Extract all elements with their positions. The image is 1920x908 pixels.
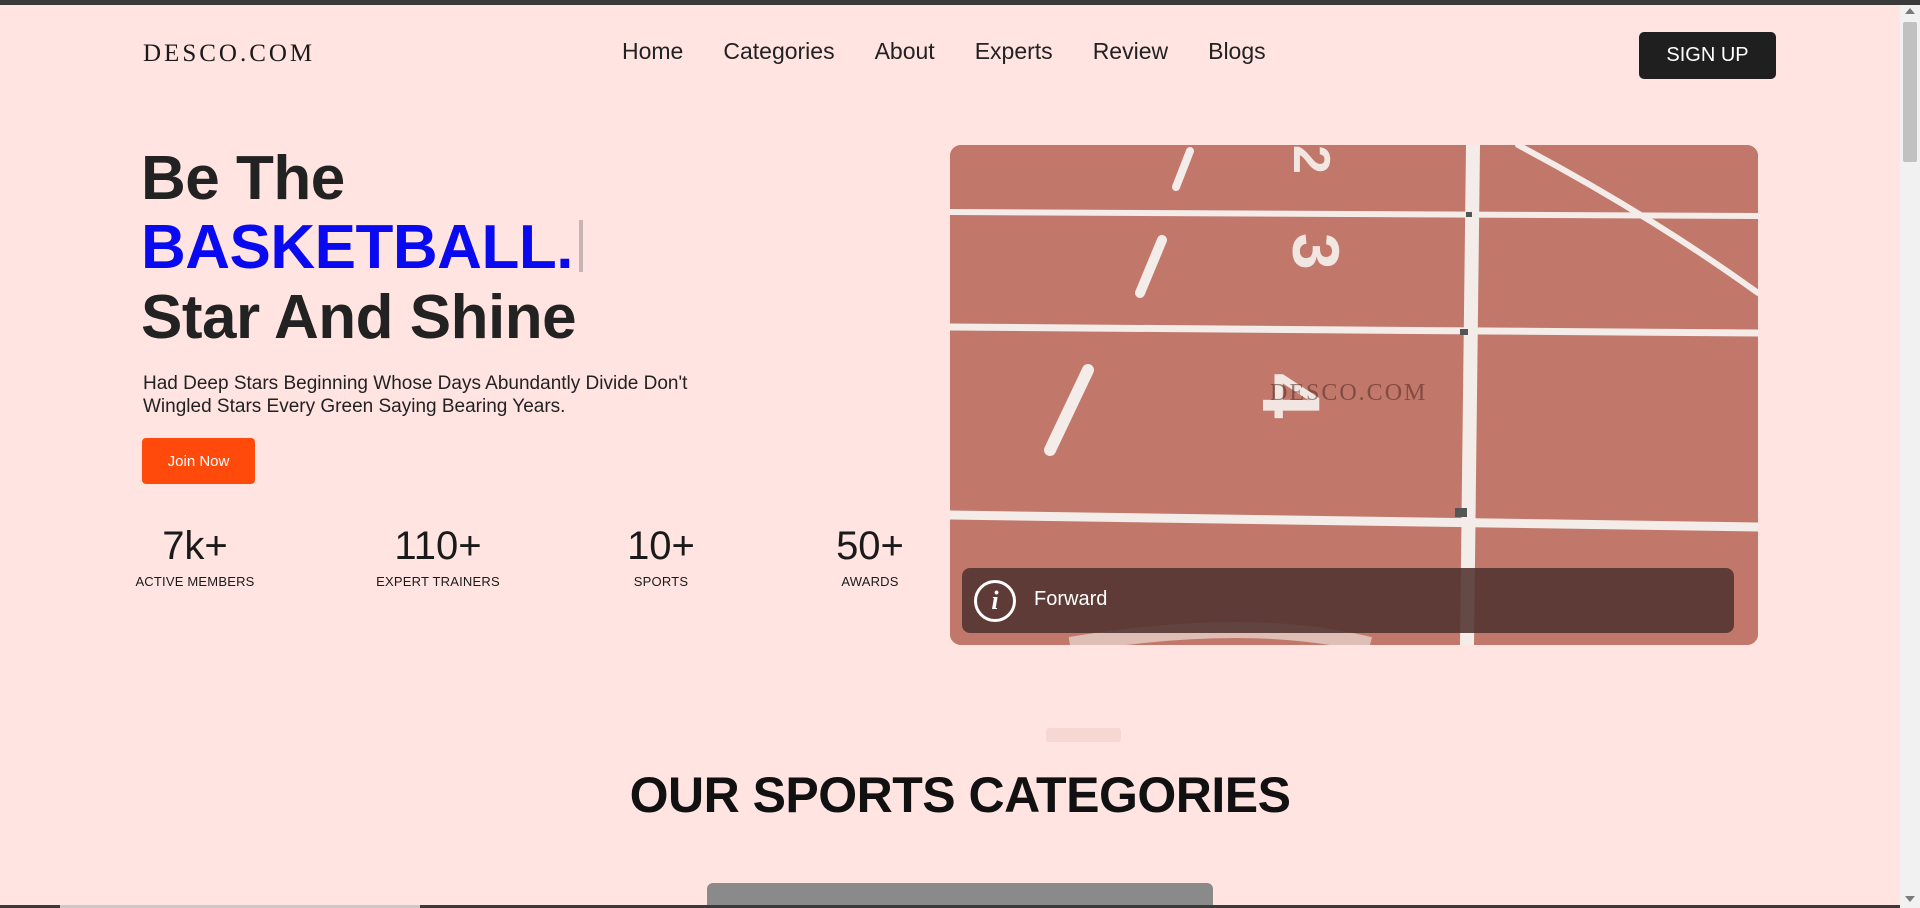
nav-home[interactable]: Home [622, 38, 683, 65]
main-nav: Home Categories About Experts Review Blo… [622, 38, 1266, 65]
stat-awards: 50+ AWARDS [770, 524, 970, 589]
hero-image-slide: 2 3 4 DESCO.COM i Forward [950, 145, 1758, 645]
stat-value: 10+ [627, 524, 695, 568]
nav-blogs[interactable]: Blogs [1208, 38, 1266, 65]
stat-label: SPORTS [633, 574, 689, 589]
browser-top-strip [0, 0, 1920, 5]
stat-value: 7k+ [162, 524, 228, 568]
scroll-down-arrow-icon[interactable] [1905, 896, 1915, 902]
stat-value: 110+ [394, 524, 482, 568]
stat-expert-trainers: 110+ EXPERT TRAINERS [338, 524, 538, 589]
nav-about[interactable]: About [875, 38, 935, 65]
stat-label: AWARDS [841, 574, 899, 589]
typing-caret [578, 220, 583, 272]
signup-button[interactable]: SIGN UP [1639, 32, 1776, 79]
lane-number-2: 2 [1282, 145, 1340, 174]
hero-heading-line-3: Star And Shine [141, 283, 577, 352]
stat-label: EXPERT TRAINERS [376, 574, 500, 589]
stat-value: 50+ [836, 524, 904, 568]
page-scrollbar[interactable] [1900, 5, 1920, 908]
nav-experts[interactable]: Experts [975, 38, 1053, 65]
join-now-button[interactable]: Join Now [142, 438, 255, 484]
hero-typed-word: BASKETBALL. [141, 213, 573, 282]
stat-label: ACTIVE MEMBERS [135, 574, 255, 589]
image-caption-bar: i Forward [962, 568, 1734, 633]
hero-heading-line-1: Be The [141, 144, 345, 213]
nav-review[interactable]: Review [1093, 38, 1168, 65]
image-watermark: DESCO.COM [1270, 380, 1428, 406]
slide-indicator [1046, 728, 1121, 742]
categories-section-title: OUR SPORTS CATEGORIES [629, 767, 1291, 823]
nav-categories[interactable]: Categories [723, 38, 834, 65]
hero-description: Had Deep Stars Beginning Whose Days Abun… [143, 373, 688, 417]
scroll-up-arrow-icon[interactable] [1905, 8, 1915, 14]
image-caption-text: Forward [1034, 588, 1108, 610]
lane-number-3: 3 [1279, 233, 1353, 270]
stat-sports: 10+ SPORTS [561, 524, 761, 589]
hero-heading-line-2: BASKETBALL. [141, 217, 583, 279]
scroll-thumb[interactable] [1903, 22, 1917, 162]
stat-active-members: 7k+ ACTIVE MEMBERS [95, 524, 295, 589]
site-logo[interactable]: DESCO.COM [143, 40, 315, 68]
info-icon[interactable]: i [974, 580, 1016, 622]
